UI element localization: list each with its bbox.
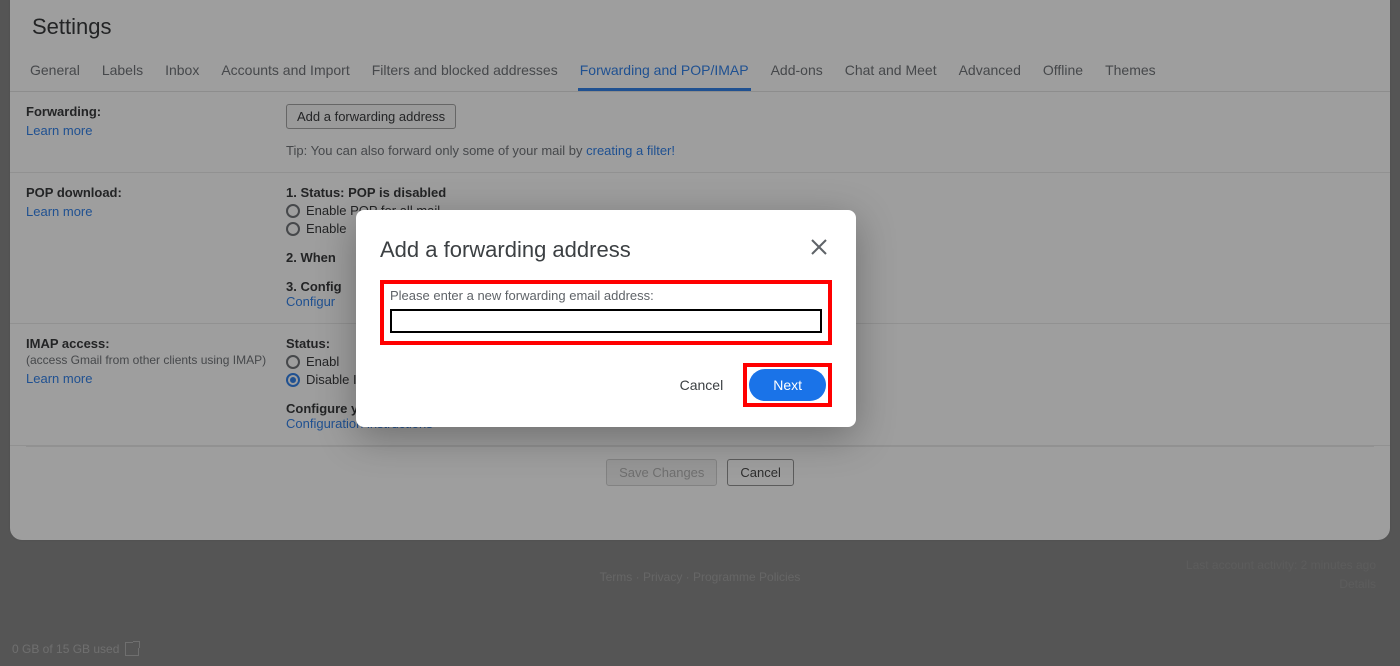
dialog-next-highlight: Next: [743, 363, 832, 407]
dialog-prompt: Please enter a new forwarding email addr…: [390, 288, 822, 303]
dialog-input-block: Please enter a new forwarding email addr…: [380, 280, 832, 345]
add-forwarding-dialog: Add a forwarding address Please enter a …: [356, 210, 856, 427]
dialog-actions: Cancel Next: [380, 363, 832, 407]
dialog-next-button[interactable]: Next: [749, 369, 826, 401]
dialog-title: Add a forwarding address: [380, 237, 631, 263]
forwarding-email-input[interactable]: [390, 309, 822, 333]
close-icon[interactable]: [806, 234, 832, 266]
dialog-header: Add a forwarding address: [380, 234, 832, 266]
dialog-cancel-button[interactable]: Cancel: [672, 369, 732, 401]
